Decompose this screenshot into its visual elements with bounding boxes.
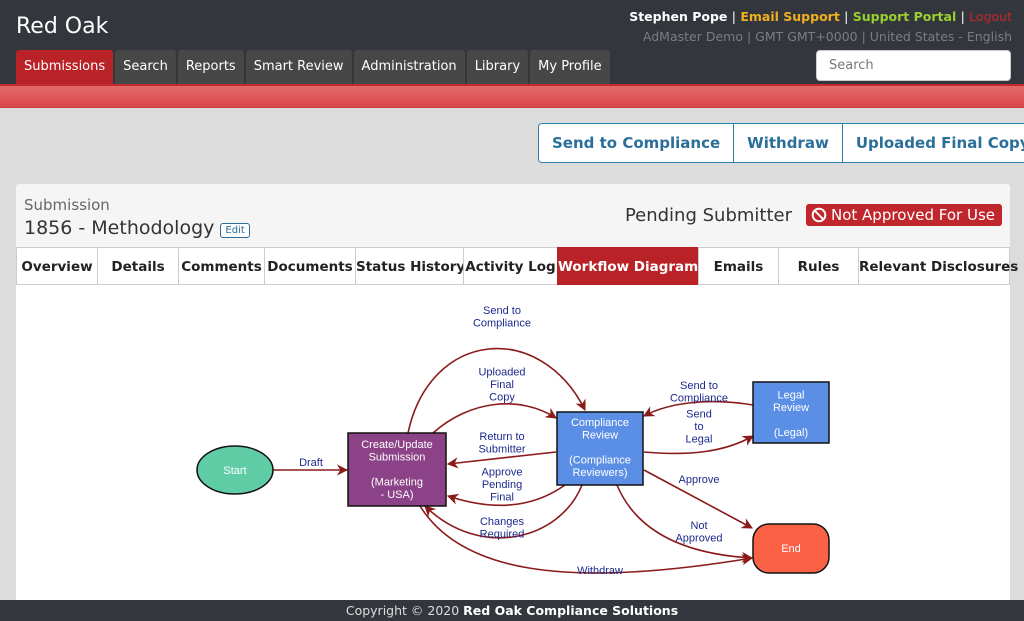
node-start-label: Start	[223, 465, 246, 477]
nav-tab-reports[interactable]: Reports	[177, 50, 244, 84]
support-portal-link[interactable]: Support Portal	[853, 9, 957, 24]
edge-label-not-approved: Not Approved	[675, 520, 722, 545]
submission-tabs: Overview Details Comments Documents Stat…	[16, 247, 1018, 285]
separator: |	[960, 9, 965, 24]
edge-label-approve: Approve	[679, 474, 720, 486]
edge-label-return-to-submitter: Return to Submitter	[478, 431, 525, 456]
separator: |	[731, 9, 736, 24]
submission-panel: Submission 1856 - Methodology Edit Pendi…	[16, 184, 1018, 604]
edge-label-approve-pending-final: Approve Pending Final	[482, 467, 523, 504]
uploaded-final-copy-button[interactable]: Uploaded Final Copy	[842, 124, 1024, 162]
nav-tab-smart-review[interactable]: Smart Review	[245, 50, 352, 84]
tab-workflow-diagram[interactable]: Workflow Diagram	[557, 247, 698, 285]
status-text: Pending Submitter	[624, 204, 792, 226]
submission-label: Submission	[24, 196, 110, 214]
user-links: Stephen Pope | Email Support | Support P…	[629, 9, 1012, 24]
user-name[interactable]: Stephen Pope	[629, 9, 727, 24]
nav-tab-library[interactable]: Library	[466, 50, 529, 84]
tab-documents[interactable]: Documents	[264, 247, 355, 285]
send-to-compliance-button[interactable]: Send to Compliance	[539, 124, 735, 162]
main-nav: Submissions Search Reports Smart Review …	[16, 50, 610, 84]
top-navbar: Red Oak Submissions Search Reports Smart…	[0, 0, 1024, 84]
ban-icon	[811, 207, 827, 223]
nav-tab-submissions[interactable]: Submissions	[16, 50, 114, 84]
edge-label-withdraw: Withdraw	[577, 565, 623, 577]
tab-emails[interactable]: Emails	[698, 247, 778, 285]
tab-activity-log[interactable]: Activity Log	[463, 247, 557, 285]
accent-bar	[0, 84, 1024, 108]
approval-status-badge: Not Approved For Use	[806, 204, 1002, 226]
approval-badge-text: Not Approved For Use	[831, 206, 995, 224]
footer: Copyright © 2020 Red Oak Compliance Solu…	[0, 600, 1024, 621]
session-meta: AdMaster Demo | GMT GMT+0000 | United St…	[642, 29, 1012, 44]
edge-label-changes-required: Changes Required	[480, 516, 525, 541]
edge-label-draft: Draft	[299, 457, 323, 469]
nav-tab-my-profile[interactable]: My Profile	[530, 50, 610, 84]
email-support-link[interactable]: Email Support	[740, 9, 839, 24]
action-button-group: Send to Compliance Withdraw Uploaded Fin…	[538, 123, 1024, 163]
tab-overview[interactable]: Overview	[16, 247, 97, 285]
edge-not-approved	[616, 484, 754, 564]
edge-uploaded-final-copy	[432, 403, 557, 434]
tab-rules[interactable]: Rules	[778, 247, 858, 285]
copyright-text: Copyright © 2020	[345, 603, 460, 618]
status-area: Pending Submitter Not Approved For Use	[625, 204, 1002, 226]
company-name: Red Oak Compliance Solutions	[463, 603, 679, 618]
edge-label-send-to-compliance: Send to Compliance	[473, 305, 531, 330]
workflow-diagram: Start Create/Update Submission (Marketing -…	[16, 285, 1010, 604]
nav-tab-search[interactable]: Search	[115, 50, 176, 84]
tab-status-history[interactable]: Status History	[355, 247, 465, 285]
nav-tab-administration[interactable]: Administration	[353, 50, 465, 84]
brand-logo[interactable]: Red Oak	[16, 14, 108, 39]
submission-title: 1856 - Methodology Edit	[24, 217, 250, 239]
submission-title-text: 1856 - Methodology	[24, 217, 215, 239]
edit-button[interactable]: Edit	[220, 222, 250, 238]
tab-relevant-disclosures[interactable]: Relevant Disclosures	[858, 247, 1018, 285]
withdraw-button[interactable]: Withdraw	[734, 124, 843, 162]
edge-label-send-to-legal: Send to Legal	[686, 409, 713, 446]
edge-label-legal-send-to-compliance: Send to Compliance	[670, 380, 728, 405]
edge-label-uploaded-final-copy: Uploaded Final Copy	[478, 367, 525, 404]
global-search-input[interactable]	[816, 50, 1011, 81]
node-end-label: End	[781, 543, 801, 555]
logout-link[interactable]: Logout	[969, 9, 1012, 24]
separator: |	[844, 9, 849, 24]
tab-comments[interactable]: Comments	[178, 247, 264, 285]
tab-details[interactable]: Details	[97, 247, 178, 285]
workflow-svg: StartCreate/Update Submission (Marketing -…	[196, 305, 830, 577]
